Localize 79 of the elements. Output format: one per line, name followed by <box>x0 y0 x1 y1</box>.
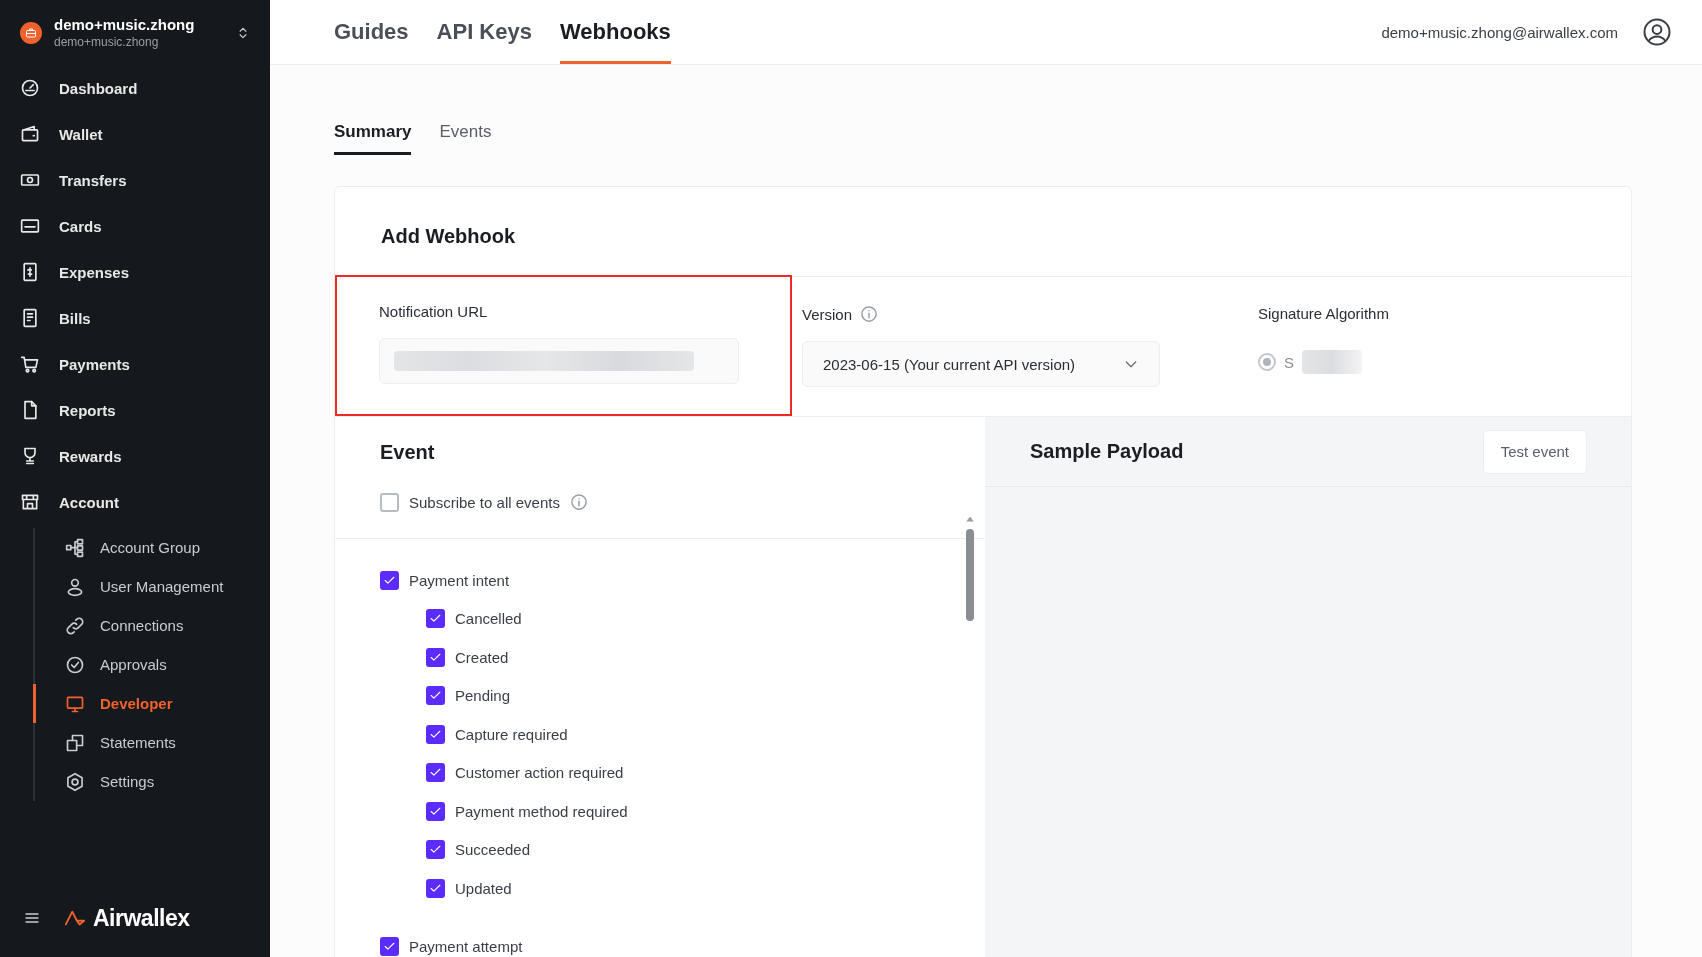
checkbox[interactable] <box>426 724 445 744</box>
nav-item[interactable]: Dashboard <box>0 65 270 111</box>
checkbox[interactable] <box>426 763 445 783</box>
account-subtitle: demo+music.zhong <box>54 35 160 49</box>
nav-item[interactable]: Rewards <box>0 433 270 479</box>
nav-tab[interactable]: API Keys <box>436 0 532 64</box>
checkbox-label: Payment attempt <box>409 938 523 956</box>
document-icon <box>20 308 40 328</box>
storefront-icon <box>20 492 40 512</box>
checkbox-label: Created <box>455 648 509 666</box>
tab[interactable]: Summary <box>334 114 412 155</box>
nav-subitem[interactable]: Connections <box>33 606 270 645</box>
cart-icon <box>20 354 40 374</box>
url-input-field[interactable] <box>379 338 739 384</box>
receipt-icon <box>20 262 40 282</box>
gauge-icon <box>20 78 40 98</box>
checkbox-label: Payment intent <box>409 571 510 589</box>
checkbox-label: Payment method required <box>455 802 628 820</box>
nav-subitem[interactable]: Approvals <box>33 645 270 684</box>
checkbox[interactable] <box>380 937 399 957</box>
nav-subitem[interactable]: Settings <box>33 762 270 801</box>
checkbox[interactable] <box>426 801 445 821</box>
checkbox-label: Succeeded <box>455 841 531 859</box>
checkbox-label: Cancelled <box>455 610 522 628</box>
checkbox[interactable] <box>426 840 445 860</box>
briefcase-icon <box>25 26 37 39</box>
nav-item[interactable]: Cards <box>0 203 270 249</box>
radio-button[interactable] <box>1258 353 1276 371</box>
card-title: Add Webhook <box>381 225 516 248</box>
check-circle-icon <box>65 654 85 675</box>
nav-subitem[interactable]: User Management <box>33 567 270 606</box>
copy-icon <box>65 732 85 753</box>
nav-subitem[interactable]: Account Group <box>33 528 270 567</box>
checkbox[interactable] <box>426 878 445 898</box>
user-icon <box>65 576 85 597</box>
user-email: demo+music.zhong@airwallex.com <box>1381 23 1618 41</box>
checkbox-label: Subscribe to all events <box>409 493 560 511</box>
info-icon <box>569 493 588 511</box>
wallet-icon <box>20 124 40 144</box>
hierarchy-icon <box>65 537 85 558</box>
nav-item[interactable]: Reports <box>0 387 270 433</box>
info-icon <box>860 305 879 323</box>
checkbox[interactable] <box>426 609 445 629</box>
redacted-block <box>1302 350 1362 374</box>
checkbox[interactable] <box>380 570 399 590</box>
field-label: Version <box>802 305 853 323</box>
nav-item[interactable]: Account <box>0 479 270 525</box>
menu-icon[interactable] <box>24 910 40 926</box>
field-label: Signature Algorithm <box>1258 305 1389 322</box>
nav-tab[interactable]: Webhooks <box>559 0 671 64</box>
scroll-up-icon <box>965 515 975 523</box>
nav-item[interactable]: Transfers <box>0 157 270 203</box>
nav-tab[interactable]: Guides <box>334 0 409 64</box>
version-select[interactable]: 2023-06-15 (Your current API version) <box>802 341 1160 387</box>
radio-label: S <box>1284 353 1294 371</box>
nav-subitem[interactable]: Statements <box>33 723 270 762</box>
nav-item[interactable]: Wallet <box>0 111 270 157</box>
checkbox-label: Customer action required <box>455 764 624 782</box>
field-label: Notification URL <box>379 303 488 320</box>
scrollbar-thumb[interactable] <box>966 529 974 621</box>
settings-icon <box>65 771 85 792</box>
section-title: Sample Payload <box>1030 440 1184 463</box>
nav-item[interactable]: Bills <box>0 295 270 341</box>
section-title: Event <box>379 441 436 464</box>
nav-item[interactable]: Expenses <box>0 249 270 295</box>
checkbox[interactable] <box>426 647 445 667</box>
checkbox[interactable] <box>380 492 399 512</box>
checkbox-label: Capture required <box>455 725 568 743</box>
account-name: demo+music.zhong <box>54 16 196 33</box>
tab[interactable]: Events <box>439 114 492 155</box>
test-event-button[interactable]: Test event <box>1482 429 1587 474</box>
checkbox[interactable] <box>426 686 445 706</box>
user-avatar-icon[interactable] <box>1642 17 1672 47</box>
nav-item[interactable]: Payments <box>0 341 270 387</box>
checkbox-label: Updated <box>455 879 512 897</box>
brand-name: Airwallex <box>93 904 190 932</box>
link-icon <box>65 615 85 636</box>
card-icon <box>20 216 40 236</box>
checkbox-label: Pending <box>455 687 511 705</box>
